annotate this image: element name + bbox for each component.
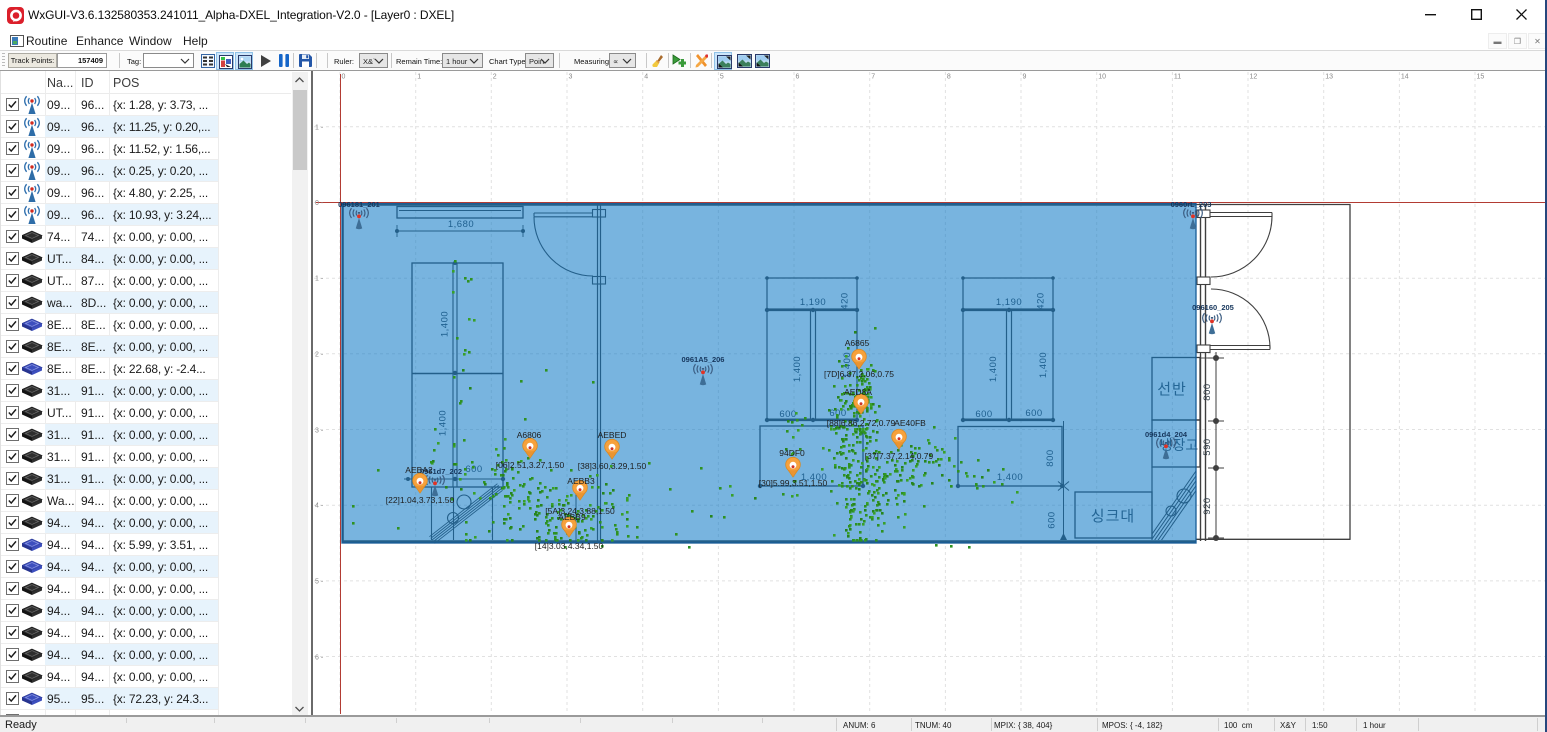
svg-text:5 -: 5 - [315,579,324,586]
svg-text:[38]3.60,3.29,1.50: [38]3.60,3.29,1.50 [578,461,647,471]
svg-text:0: 0 [342,74,346,81]
svg-text:[14]3.03,4.34,1.50: [14]3.03,4.34,1.50 [535,541,604,551]
svg-text:AEBED: AEBED [598,430,627,440]
svg-text:8: 8 [947,74,951,81]
svg-text:2 -: 2 - [315,352,324,359]
svg-text:0961A5_206: 0961A5_206 [682,355,725,364]
svg-text:A6806: A6806 [517,430,542,440]
svg-text:15: 15 [1477,74,1485,81]
svg-text:[30]5.99,3.51,1.50: [30]5.99,3.51,1.50 [759,478,828,488]
svg-text:4 -: 4 - [315,503,324,510]
svg-text:7: 7 [871,74,875,81]
svg-text:AEBB9: AEBB9 [558,512,586,522]
svg-text:10: 10 [1098,74,1106,81]
svg-text:590: 590 [1202,438,1213,455]
svg-text:4: 4 [644,74,648,81]
svg-text:9: 9 [1023,74,1027,81]
svg-text:1 -: 1 - [315,276,324,283]
svg-text:AED8A: AED8A [844,387,872,397]
svg-text:5: 5 [720,74,724,81]
svg-text:[37]7.37,2.14,0.79: [37]7.37,2.14,0.79 [865,451,934,461]
svg-text:[22]1.04,3.73,1.50: [22]1.04,3.73,1.50 [386,495,455,505]
svg-text:096181_201: 096181_201 [338,200,380,209]
svg-text:2: 2 [493,74,497,81]
svg-text:1 -: 1 - [315,125,324,132]
svg-text:AE40FB: AE40FB [894,418,926,428]
svg-text:AEBB3: AEBB3 [567,476,595,486]
svg-text:3: 3 [569,74,573,81]
svg-text:[06]2.51,3.27,1.50: [06]2.51,3.27,1.50 [496,460,565,470]
svg-text:AEBA2: AEBA2 [405,465,433,475]
svg-text:0961d4_204: 0961d4_204 [1145,430,1188,439]
svg-text:096160_205: 096160_205 [1192,303,1234,312]
svg-text:1: 1 [417,74,421,81]
svg-text:13: 13 [1325,74,1333,81]
svg-text:[7D]6.87,2.06,0.75: [7D]6.87,2.06,0.75 [824,369,894,379]
svg-text:800: 800 [1202,383,1213,400]
svg-text:920: 920 [1202,497,1213,514]
svg-text:12: 12 [1250,74,1258,81]
svg-text:0 -: 0 - [315,200,324,207]
svg-text:0960rL_203: 0960rL_203 [1171,200,1212,209]
svg-text:11: 11 [1174,74,1181,81]
svg-text:A6865: A6865 [845,338,870,348]
svg-text:94DF0: 94DF0 [779,448,805,458]
svg-text:3 -: 3 - [315,428,324,435]
svg-text:6: 6 [796,74,800,81]
svg-text:6 -: 6 - [315,655,324,662]
svg-text:14: 14 [1401,74,1409,81]
svg-text:[88]6.86,2.72,0.79: [88]6.86,2.72,0.79 [827,418,896,428]
